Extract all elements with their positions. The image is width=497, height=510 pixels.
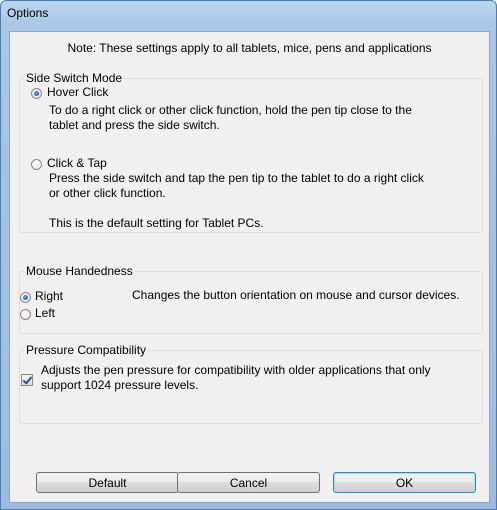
pressure-description[interactable]: Adjusts the pen pressure for compatibili…: [41, 363, 431, 393]
side-switch-label: Side Switch Mode: [24, 71, 125, 85]
right-hand-radio[interactable]: [20, 292, 31, 303]
hover-click-desc-line2: tablet and press the side switch.: [49, 118, 220, 132]
pressure-desc-line2: support 1024 pressure levels.: [41, 378, 199, 392]
title-bar[interactable]: Options: [1, 1, 497, 25]
side-switch-group: Side Switch Mode Hover Click To do a rig…: [19, 71, 483, 233]
note-text: Note: These settings apply to all tablet…: [67, 41, 432, 55]
window-title: Options: [7, 6, 49, 20]
left-hand-radio[interactable]: [20, 309, 31, 320]
click-tap-description: Press the side switch and tap the pen ti…: [49, 171, 424, 201]
hover-click-label[interactable]: Hover Click: [47, 85, 108, 99]
handedness-description: Changes the button orientation on mouse …: [132, 288, 460, 302]
click-tap-desc-line2: or other click function.: [49, 186, 166, 200]
click-tap-default-note: This is the default setting for Tablet P…: [49, 216, 264, 230]
right-hand-label[interactable]: Right: [35, 289, 63, 303]
hover-click-radio[interactable]: [31, 88, 42, 99]
hover-click-description: To do a right click or other click funct…: [49, 103, 412, 133]
pressure-group: Pressure Compatibility Adjusts the pen p…: [19, 343, 483, 424]
ok-button[interactable]: OK: [333, 472, 476, 493]
hover-click-desc-line1: To do a right click or other click funct…: [49, 103, 412, 117]
mouse-handedness-label: Mouse Handedness: [24, 264, 135, 278]
cancel-button[interactable]: Cancel: [177, 472, 320, 493]
pressure-checkbox[interactable]: [21, 374, 33, 386]
pressure-desc-line1: Adjusts the pen pressure for compatibili…: [41, 363, 431, 377]
click-tap-label[interactable]: Click & Tap: [47, 156, 107, 170]
mouse-handedness-group: Mouse Handedness Right Left Changes the …: [19, 264, 483, 334]
dialog-body: Note: These settings apply to all tablet…: [9, 31, 490, 503]
default-button[interactable]: Default: [36, 472, 179, 493]
pressure-label: Pressure Compatibility: [24, 343, 149, 357]
window-frame: Options Note: These settings apply to al…: [0, 0, 497, 510]
left-hand-label[interactable]: Left: [35, 306, 55, 320]
click-tap-desc-line1: Press the side switch and tap the pen ti…: [49, 171, 424, 185]
click-tap-radio[interactable]: [31, 159, 42, 170]
